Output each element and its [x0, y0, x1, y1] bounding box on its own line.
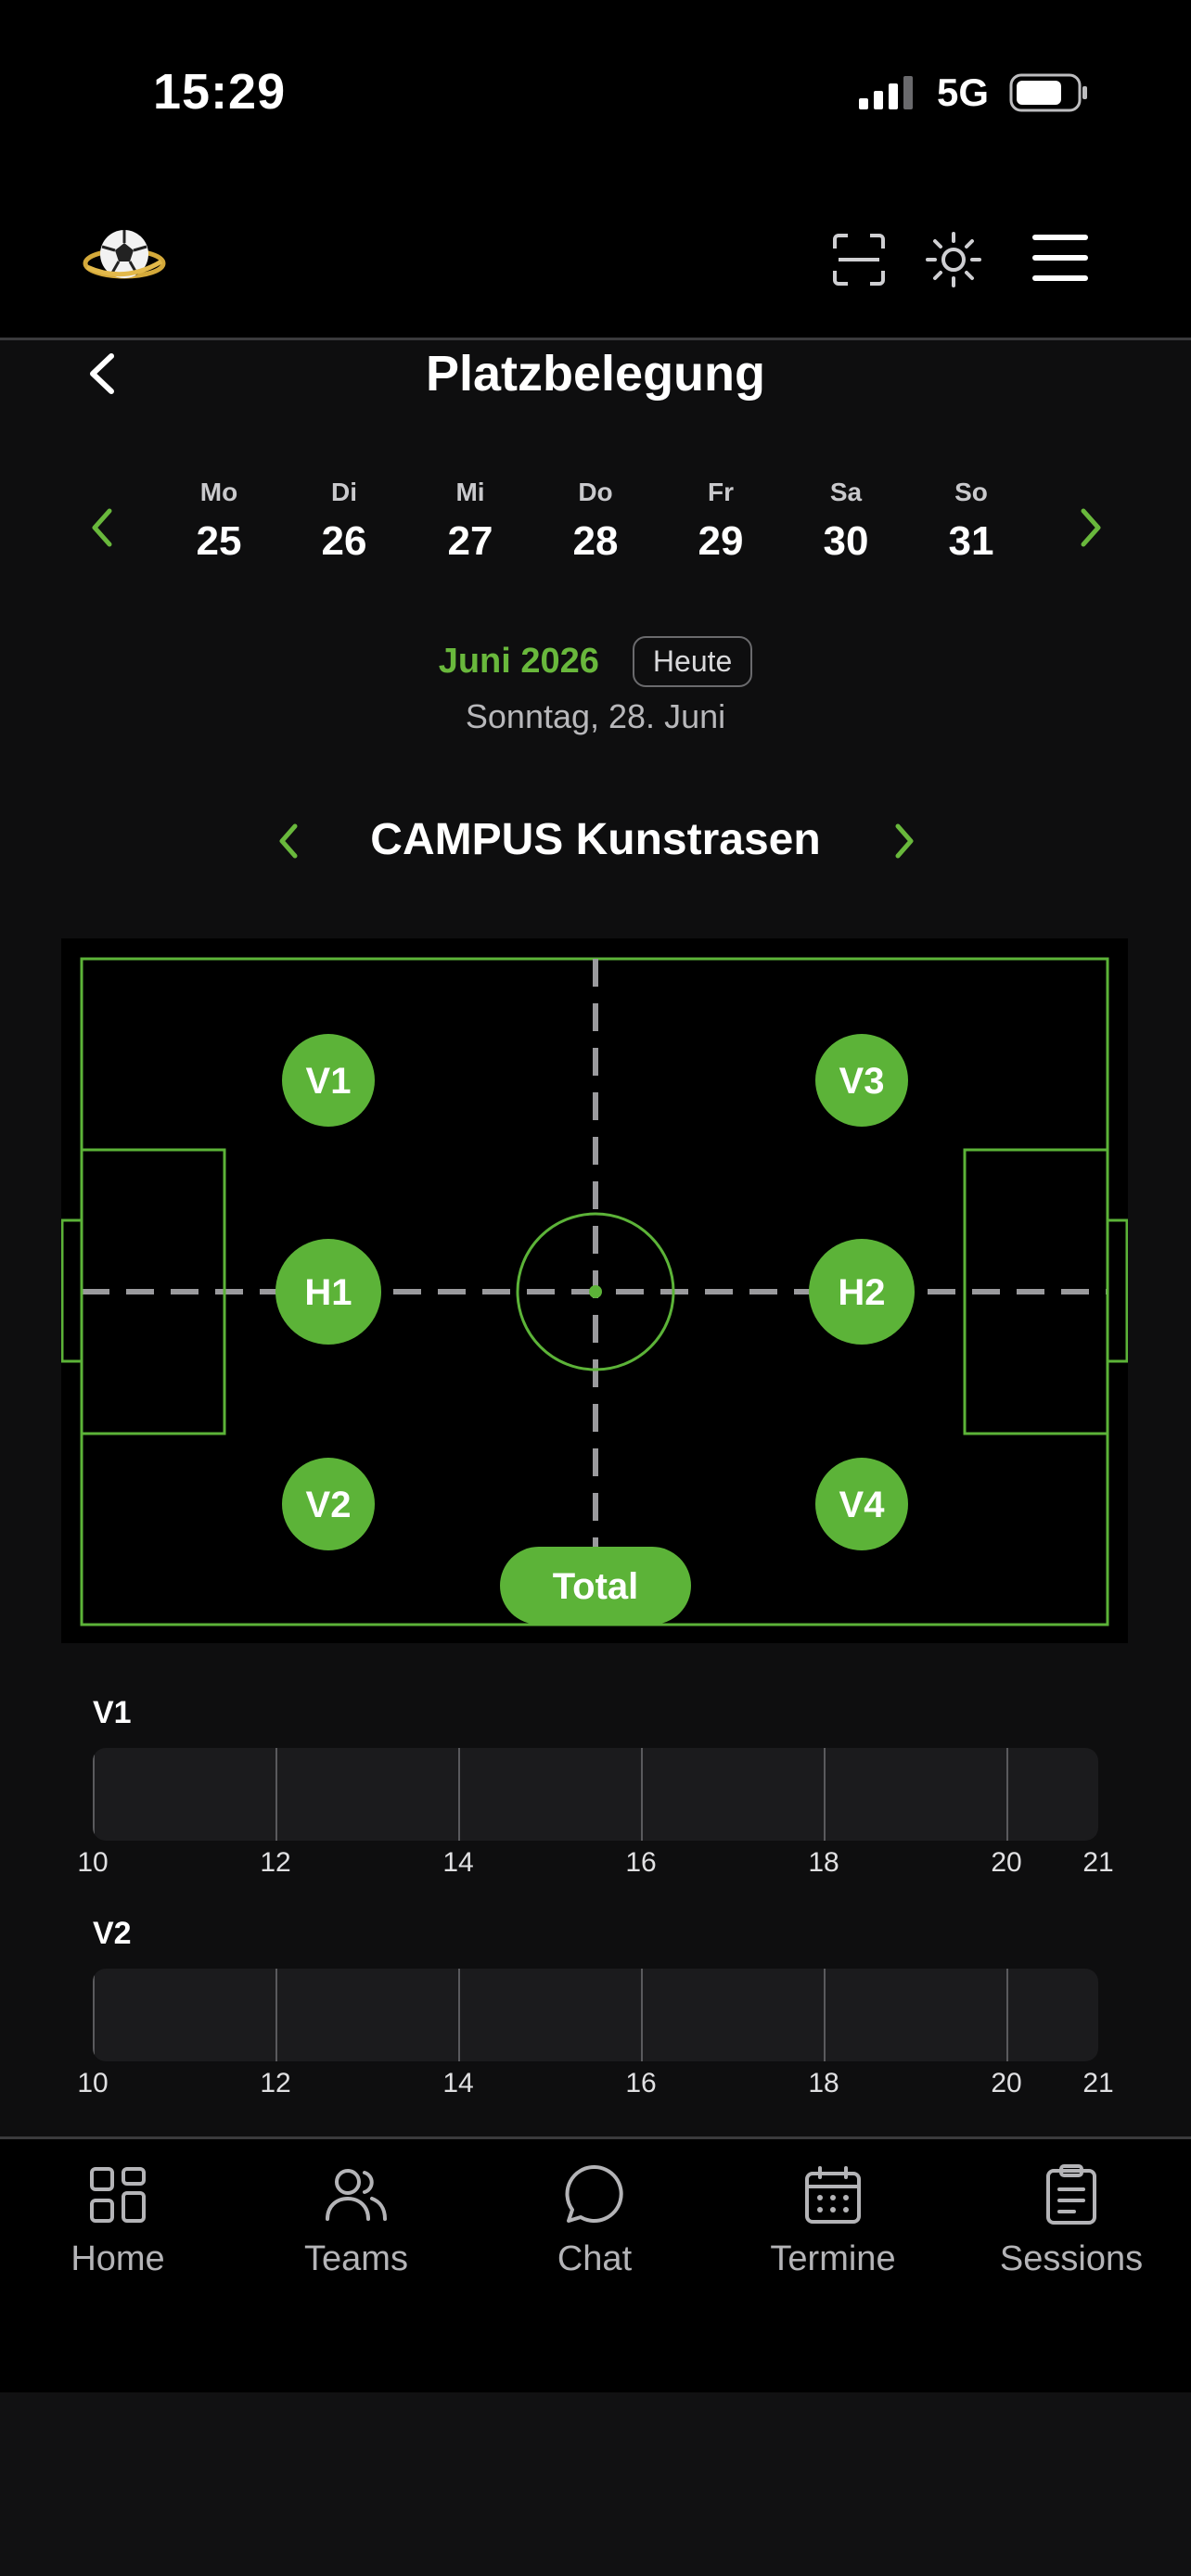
day-so[interactable]: So 31 [920, 478, 1022, 565]
day-do[interactable]: Do 28 [544, 478, 647, 565]
signal-icon [858, 76, 913, 109]
status-indicators: 5G [858, 70, 1089, 115]
chat-bubble-icon [565, 2164, 623, 2223]
timeline-v2-bar[interactable] [93, 1969, 1098, 2061]
timeline-v1-bar[interactable] [93, 1748, 1098, 1841]
svg-text:H1: H1 [304, 1272, 352, 1313]
svg-text:Total: Total [553, 1566, 639, 1607]
day-fr[interactable]: Fr 29 [670, 478, 772, 565]
nav-teams[interactable]: Teams [254, 2158, 458, 2279]
users-icon [326, 2169, 387, 2221]
nav-home[interactable]: Home [16, 2158, 220, 2279]
day-sa[interactable]: Sa 30 [795, 478, 897, 565]
battery-icon [1009, 73, 1087, 112]
pitch-diagram: V1 V3 H1 H2 V2 V4 Total [61, 938, 1128, 1643]
timeline-v1-label: V1 [93, 1695, 132, 1730]
zone-h1-button[interactable]: H1 [275, 1239, 381, 1345]
selected-date-label: Sonntag, 28. Juni [465, 697, 726, 735]
zone-v2-button[interactable]: V2 [282, 1458, 375, 1550]
home-indicator-area [0, 2392, 1191, 2576]
app-logo-icon[interactable] [82, 223, 167, 287]
grid-icon [90, 2167, 146, 2223]
day-mo[interactable]: Mo 25 [168, 478, 270, 565]
month-label: Juni 2026 [438, 642, 599, 681]
nav-sessions[interactable]: Sessions [969, 2158, 1173, 2279]
zone-v3-button[interactable]: V3 [815, 1034, 908, 1127]
day-mi[interactable]: Mi 27 [419, 478, 521, 565]
center-spot [589, 1285, 602, 1298]
clipboard-icon [1046, 2164, 1096, 2225]
svg-text:V4: V4 [839, 1485, 886, 1525]
app-header: 15:29 5G [0, 0, 1191, 340]
svg-text:V2: V2 [306, 1485, 352, 1525]
svg-text:V1: V1 [306, 1061, 352, 1102]
sun-icon[interactable] [924, 230, 983, 289]
svg-text:H2: H2 [838, 1272, 885, 1313]
timeline-v2-label: V2 [93, 1916, 132, 1951]
svg-text:V3: V3 [839, 1061, 885, 1102]
nav-termine[interactable]: Termine [731, 2158, 935, 2279]
zone-v4-button[interactable]: V4 [815, 1458, 908, 1550]
field-name: CAMPUS Kunstrasen [370, 815, 821, 864]
status-time: 15:29 [153, 64, 287, 120]
month-row: Juni 2026 Heute [0, 636, 1191, 687]
prev-week-icon[interactable] [87, 505, 115, 550]
scan-icon[interactable] [831, 232, 887, 287]
today-button[interactable]: Heute [632, 636, 753, 687]
day-di[interactable]: Di 26 [293, 478, 395, 565]
page-title: Platzbelegung [425, 346, 766, 402]
calendar-icon [805, 2166, 861, 2224]
hamburger-menu-icon[interactable] [1031, 234, 1089, 282]
next-week-icon[interactable] [1078, 505, 1106, 550]
next-field-icon[interactable] [892, 822, 916, 861]
zone-h2-button[interactable]: H2 [809, 1239, 915, 1345]
bottom-nav: Home Teams Chat Termine Sessions [0, 2136, 1191, 2395]
nav-chat[interactable]: Chat [493, 2158, 697, 2279]
zone-total-button[interactable]: Total [500, 1547, 691, 1625]
zone-v1-button[interactable]: V1 [282, 1034, 375, 1127]
network-label: 5G [936, 70, 989, 114]
